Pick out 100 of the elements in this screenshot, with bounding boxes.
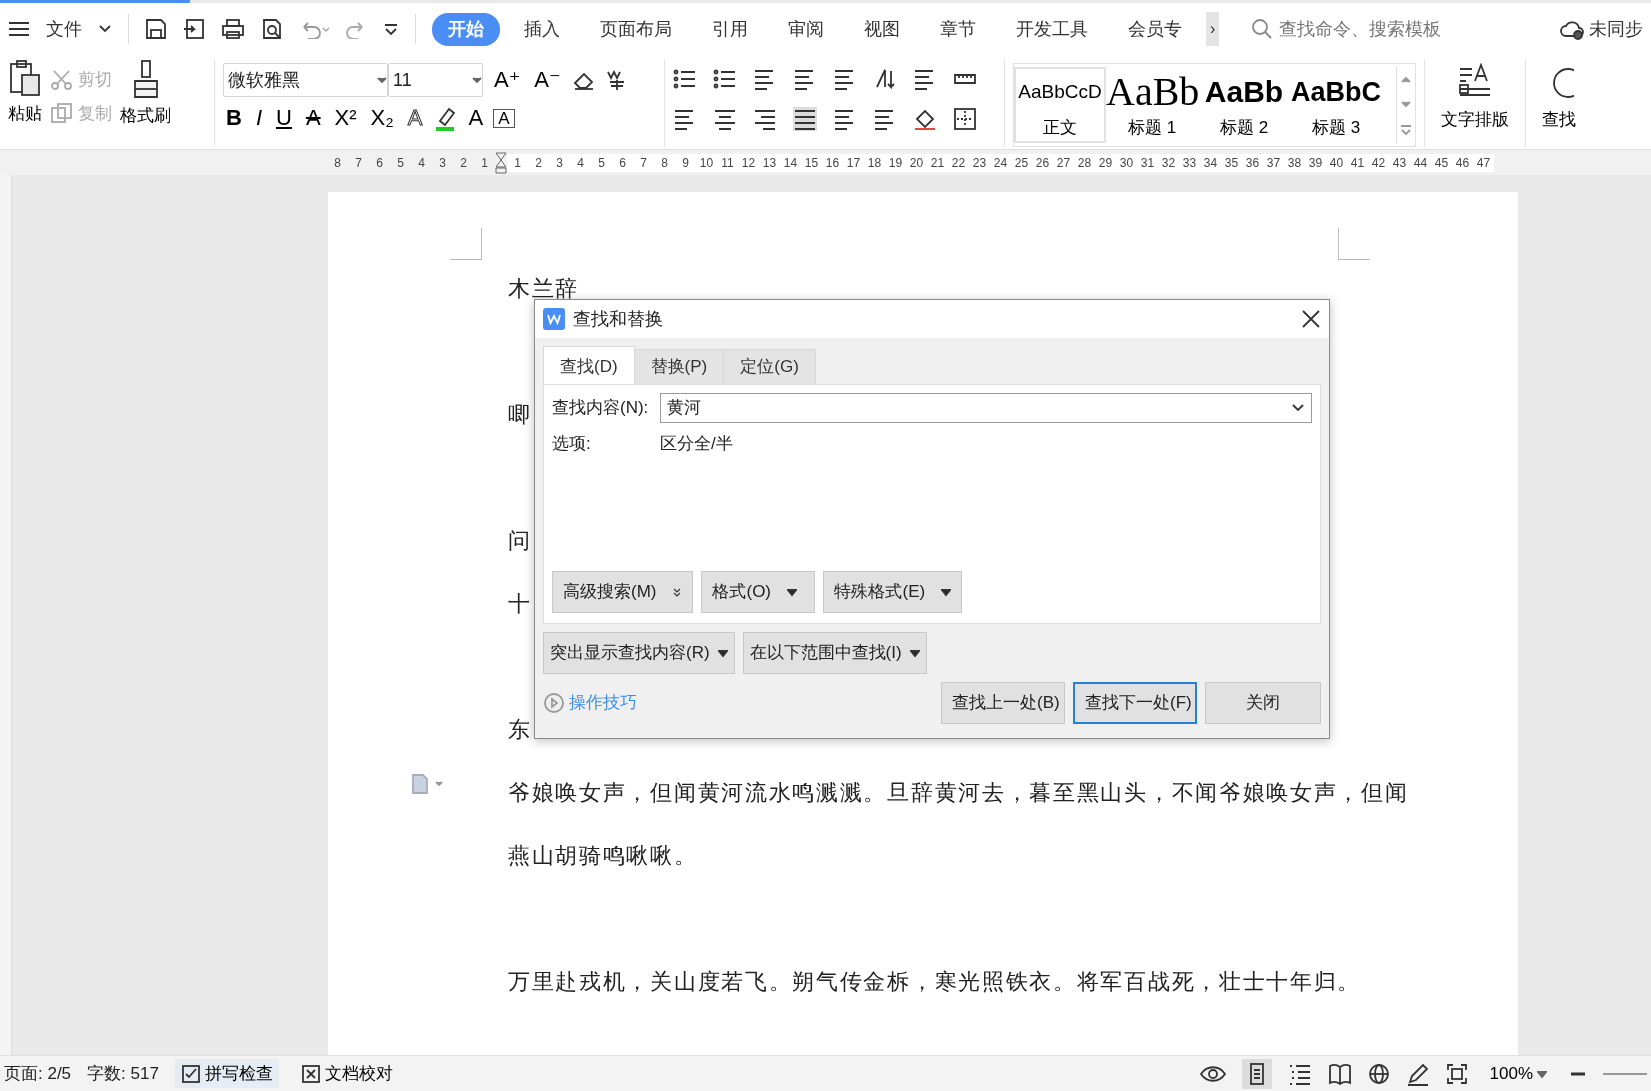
more-icon[interactable] — [383, 22, 399, 36]
ruler-number: 1 — [513, 154, 522, 172]
align-center-icon[interactable] — [713, 107, 737, 131]
ruler-number: 2 — [459, 154, 468, 172]
app-icon — [543, 308, 565, 330]
ribbon-tab[interactable]: 审阅 — [772, 12, 840, 46]
cloud-icon[interactable] — [1559, 18, 1585, 40]
align-right-icon[interactable] — [753, 107, 777, 131]
font-name-field[interactable]: 微软雅黑 — [223, 63, 388, 97]
format-painter-button[interactable]: 格式刷 — [120, 103, 171, 129]
ruler-number: 10 — [698, 154, 715, 172]
menu-icon[interactable] — [8, 20, 30, 38]
ribbon-tab[interactable]: 页面布局 — [584, 12, 688, 46]
close-icon[interactable] — [1301, 309, 1321, 329]
sort-icon[interactable] — [873, 67, 897, 91]
bold-button[interactable]: B — [223, 105, 245, 131]
shrink-font-button[interactable]: A⁻ — [531, 67, 564, 93]
dialog-button[interactable]: 查找上一处(B) — [941, 681, 1065, 724]
underline-button[interactable]: U — [273, 105, 295, 131]
sync-status[interactable]: 未同步 — [1589, 15, 1643, 43]
dialog-tab[interactable]: 替换(P) — [633, 349, 725, 384]
pen-icon[interactable] — [1405, 1061, 1430, 1086]
ribbon-tab[interactable]: 视图 — [848, 12, 916, 46]
proofread-button[interactable]: 文档校对 — [294, 1058, 399, 1089]
ruler-number: 36 — [1244, 154, 1261, 172]
spell-check-button[interactable]: 拼写检查 — [174, 1058, 279, 1089]
search-field[interactable]: 查找命令、搜索模板 — [1277, 14, 1518, 44]
scroll-right-button[interactable]: › — [1206, 12, 1220, 46]
indent-marker-icon[interactable] — [495, 151, 507, 174]
dialog-tab[interactable]: 查找(D) — [543, 346, 635, 384]
ruler-number: 16 — [824, 154, 841, 172]
dialog-tab[interactable]: 定位(G) — [723, 349, 816, 384]
dialog-button[interactable]: 关闭 — [1205, 681, 1321, 724]
text-layout-button[interactable]: 文字排版 — [1441, 107, 1509, 133]
dropdown-button[interactable]: 突出显示查找内容(R) — [543, 631, 735, 674]
dropdown-button[interactable]: 特殊格式(E) — [823, 570, 963, 613]
shading-icon[interactable] — [913, 107, 937, 131]
bullet-list-icon[interactable] — [673, 67, 697, 91]
dropdown-button[interactable]: 高级搜索(M) — [552, 570, 694, 613]
ruler-number: 23 — [971, 154, 988, 172]
strikethrough-button[interactable]: A — [302, 105, 324, 131]
justify-icon[interactable] — [793, 107, 817, 131]
caret-icon — [787, 586, 798, 597]
save-icon[interactable] — [145, 18, 167, 40]
ruler-number: 41 — [1349, 154, 1366, 172]
font-size-field[interactable]: 11 — [388, 63, 483, 97]
dialog-button[interactable]: 查找下一处(F) — [1073, 681, 1197, 724]
ruler-number: 37 — [1265, 154, 1282, 172]
eye-icon[interactable] — [1199, 1063, 1226, 1084]
ribbon-tab[interactable]: 引用 — [696, 12, 764, 46]
find-replace-button[interactable]: 查找 — [1542, 107, 1576, 133]
script-button[interactable]: X₂ — [367, 105, 397, 131]
style-option[interactable]: AaBb 标题 1 — [1106, 69, 1198, 141]
text-line: 万里赴戎机，关山度若飞。朔气传金柝，寒光照铁衣。将军百战死，壮士十年归。 — [508, 968, 1362, 996]
ruler-number: 19 — [887, 154, 904, 172]
dropdown-button[interactable]: 在以下范围中查找(I) — [742, 631, 927, 674]
style-option[interactable]: AaBb 标题 2 — [1198, 69, 1290, 141]
caret-icon — [909, 647, 920, 658]
border-icon[interactable] — [953, 107, 977, 131]
export-icon[interactable] — [183, 18, 205, 40]
globe-icon[interactable] — [1367, 1062, 1390, 1085]
dropdown-icon[interactable] — [472, 76, 482, 84]
margin-corner-mark — [1338, 228, 1370, 260]
font-color-button[interactable]: A — [465, 105, 487, 131]
ruler-number: 43 — [1391, 154, 1408, 172]
ruler-number: 3 — [555, 154, 564, 172]
highlighter-icon[interactable] — [433, 105, 458, 131]
dropdown-button[interactable]: 格式(O) — [701, 570, 816, 613]
preview-icon[interactable] — [261, 18, 283, 40]
ruler-number: 13 — [761, 154, 778, 172]
paste-icon[interactable] — [8, 59, 42, 97]
dropdown-icon[interactable] — [377, 76, 387, 84]
script-button[interactable]: X² — [331, 105, 360, 131]
dropdown-icon[interactable] — [98, 24, 112, 34]
style-option[interactable]: AaBbCcD 正文 — [1014, 67, 1106, 143]
caret-icon — [1537, 1068, 1547, 1079]
find-field[interactable]: 黄河 — [660, 392, 1312, 423]
book-icon[interactable] — [1327, 1062, 1352, 1085]
ruler-number: 40 — [1328, 154, 1345, 172]
italic-button[interactable]: I — [252, 105, 265, 131]
text-line: 东 — [508, 716, 532, 744]
numbered-list-icon[interactable] — [713, 67, 737, 91]
ruler-number: 24 — [992, 154, 1009, 172]
ribbon-tab[interactable]: 开发工具 — [1000, 12, 1104, 46]
print-icon[interactable] — [221, 18, 245, 40]
outline-view-icon[interactable] — [1287, 1062, 1312, 1085]
file-menu[interactable]: 文件 — [46, 15, 82, 43]
char-border-button[interactable]: A — [494, 109, 514, 127]
zoom-dropdown[interactable]: 100% — [1483, 1058, 1553, 1089]
page-view-icon[interactable] — [1241, 1058, 1272, 1089]
ruler-number: 2 — [534, 154, 543, 172]
ribbon-tab[interactable]: 会员专 — [1112, 12, 1198, 46]
ribbon-tab[interactable]: 插入 — [508, 12, 576, 46]
ribbon-tab[interactable]: 章节 — [924, 12, 992, 46]
ruler-number: 11 — [720, 154, 735, 172]
grow-font-button[interactable]: A⁺ — [491, 67, 524, 93]
fullscreen-icon[interactable] — [1445, 1062, 1468, 1085]
paste-button[interactable]: 粘贴 — [8, 101, 42, 127]
caret-icon — [717, 647, 728, 658]
style-option[interactable]: AaBbC 标题 3 — [1290, 69, 1382, 141]
